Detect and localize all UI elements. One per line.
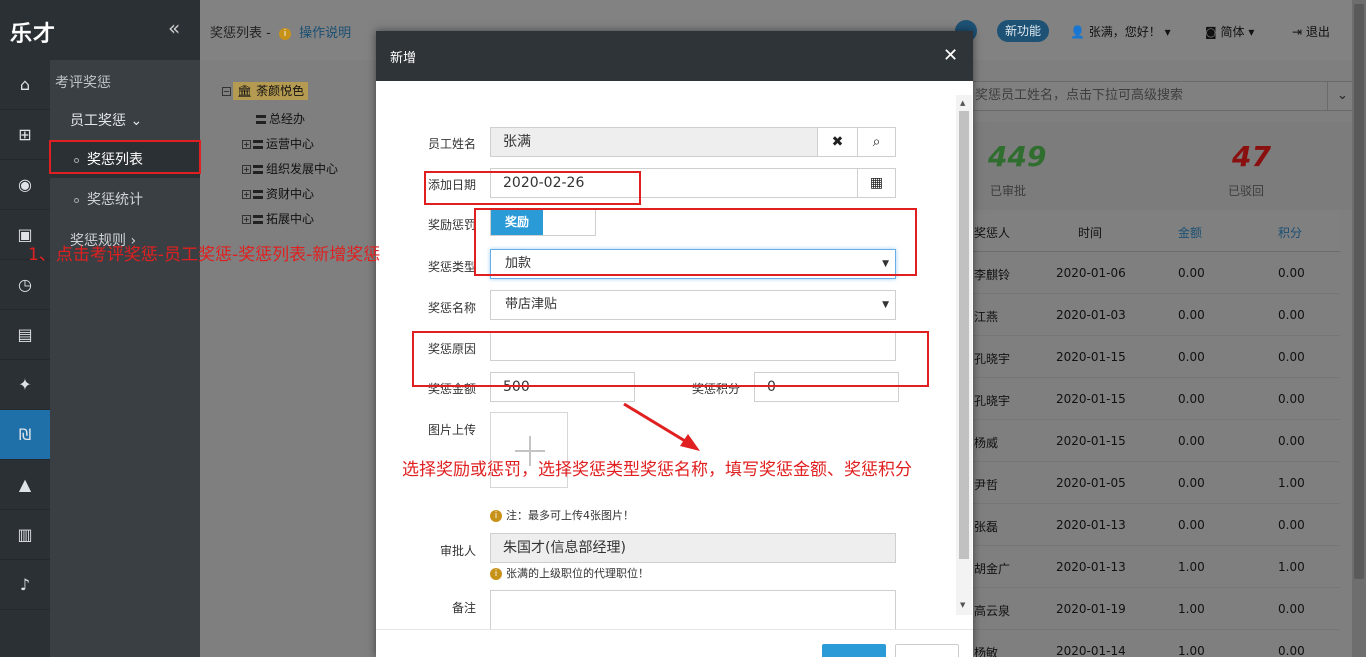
arrow-line xyxy=(623,402,691,446)
arrow-head xyxy=(680,434,700,451)
annotation-arrow xyxy=(623,402,700,451)
